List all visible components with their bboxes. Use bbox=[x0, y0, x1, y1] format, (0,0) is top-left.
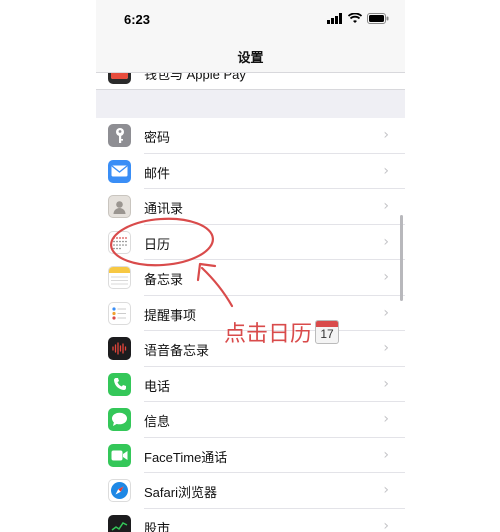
settings-row-label: 提醒事项 bbox=[144, 307, 197, 323]
settings-row-facetime[interactable]: FaceTime通话 › bbox=[96, 437, 405, 473]
status-bar: 6:23 bbox=[96, 0, 405, 40]
chevron-right-icon: › bbox=[383, 127, 389, 143]
mail-icon bbox=[108, 159, 131, 183]
settings-row-label: 通讯录 bbox=[144, 201, 184, 216]
settings-row-mail[interactable]: 邮件 › bbox=[96, 153, 405, 189]
calendar-emoji-day: 17 bbox=[320, 327, 334, 341]
chevron-right-icon: › bbox=[383, 269, 389, 285]
status-time: 6:23 bbox=[124, 12, 151, 27]
chevron-right-icon: › bbox=[383, 340, 389, 356]
settings-row-messages[interactable]: 信息 › bbox=[96, 402, 405, 438]
annotation-label: 点击日历 17 bbox=[224, 316, 340, 348]
voice-memos-icon bbox=[108, 337, 131, 360]
settings-row-label: 电话 bbox=[144, 378, 171, 394]
settings-row-label: 语音备忘录 bbox=[144, 343, 210, 358]
key-icon bbox=[108, 124, 131, 147]
chevron-right-icon: › bbox=[383, 482, 389, 498]
calendar-icon bbox=[108, 230, 131, 254]
chevron-right-icon: › bbox=[383, 375, 389, 392]
settings-row-label: 日历 bbox=[144, 236, 171, 252]
settings-row-label: 邮件 bbox=[144, 165, 171, 181]
notes-icon bbox=[108, 266, 131, 289]
settings-row-notes[interactable]: 备忘录 › bbox=[96, 260, 405, 296]
settings-row-passwords[interactable]: 密码 › bbox=[96, 118, 405, 154]
page-title-cover: 设置 bbox=[237, 50, 264, 65]
navigation-bar-cover: 设置 bbox=[96, 40, 405, 72]
chevron-right-icon: › bbox=[383, 198, 389, 214]
settings-row-stocks[interactable]: 股市 › bbox=[96, 508, 405, 532]
signal-icon bbox=[327, 13, 342, 24]
reminders-icon bbox=[108, 301, 131, 325]
chevron-right-icon: › bbox=[383, 446, 389, 463]
chevron-right-icon: › bbox=[383, 162, 389, 179]
wifi-icon bbox=[348, 13, 362, 23]
settings-row-contacts[interactable]: 通讯录 › bbox=[96, 189, 405, 225]
stocks-icon bbox=[108, 514, 131, 532]
settings-row-label: Safari浏览器 bbox=[144, 485, 217, 500]
settings-row-calendar[interactable]: 日历 › bbox=[96, 224, 405, 260]
messages-icon bbox=[108, 408, 131, 431]
safari-icon bbox=[108, 479, 131, 502]
section-gap bbox=[96, 89, 405, 119]
nav-divider bbox=[96, 72, 405, 73]
chevron-right-icon: › bbox=[383, 233, 389, 250]
facetime-icon bbox=[108, 443, 131, 467]
phone-icon bbox=[108, 372, 131, 396]
annotation-text: 点击日历 bbox=[224, 322, 313, 347]
battery-icon bbox=[367, 13, 389, 24]
settings-row-safari[interactable]: Safari浏览器 › bbox=[96, 473, 405, 509]
settings-row-label: 密码 bbox=[144, 130, 171, 145]
calendar-emoji-icon: 17 bbox=[315, 320, 340, 344]
settings-row-phone[interactable]: 电话 › bbox=[96, 366, 405, 402]
status-icons bbox=[327, 13, 389, 24]
settings-row-label: 信息 bbox=[144, 414, 171, 429]
settings-row-label: 股市 bbox=[144, 520, 171, 532]
scroll-indicator[interactable] bbox=[400, 215, 403, 301]
settings-row-label: FaceTime通话 bbox=[144, 449, 228, 465]
chevron-right-icon: › bbox=[383, 304, 389, 321]
contacts-icon bbox=[108, 195, 131, 218]
chevron-right-icon: › bbox=[383, 517, 389, 532]
chevron-right-icon: › bbox=[383, 411, 389, 427]
settings-screen: 6:23 设置 钱包与 Apple Pay 设置 bbox=[96, 0, 405, 532]
settings-row-label: 备忘录 bbox=[144, 272, 184, 287]
